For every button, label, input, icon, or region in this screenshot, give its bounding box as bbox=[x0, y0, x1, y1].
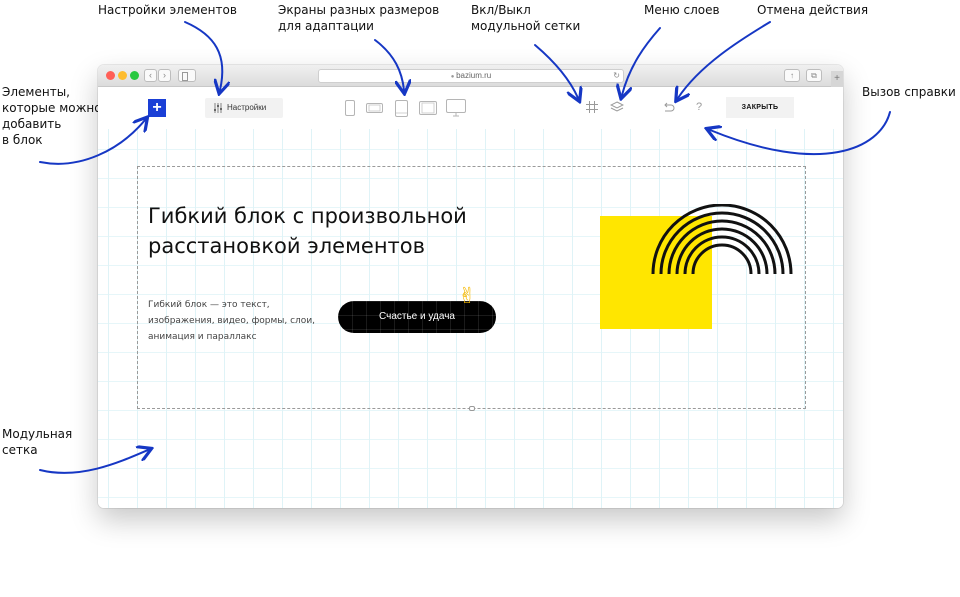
maximize-window-icon[interactable] bbox=[130, 71, 139, 80]
layers-icon[interactable] bbox=[609, 100, 625, 114]
block-description[interactable]: Гибкий блок — это текст, изображения, ви… bbox=[148, 297, 328, 345]
annotation-settings: Настройки элементов bbox=[98, 3, 237, 17]
phone-portrait-icon[interactable] bbox=[345, 100, 355, 116]
tablet-portrait-icon[interactable] bbox=[395, 100, 408, 117]
annotation-add-elements: Элементы, которые можно добавить в блок bbox=[2, 85, 102, 147]
grid-row-line bbox=[98, 439, 843, 440]
grid-column-line bbox=[833, 129, 834, 508]
rainbow-arcs-image[interactable] bbox=[650, 204, 795, 274]
grid-column-line bbox=[108, 129, 109, 508]
browser-window: ‹ › ● bazium.ru ↻ ↑ ⧉ + + Настройки ? ЗА… bbox=[98, 65, 843, 508]
undo-icon[interactable] bbox=[661, 100, 675, 114]
desktop-icon[interactable] bbox=[446, 99, 466, 117]
annotation-help: Вызов справки bbox=[862, 85, 956, 99]
tabs-icon[interactable]: ⧉ bbox=[806, 69, 822, 82]
annotation-screens: Экраны разных размеров для адаптации bbox=[278, 3, 440, 33]
tablet-landscape-icon[interactable] bbox=[419, 101, 437, 115]
flexible-block[interactable]: Гибкий блок с произвольной расстановкой … bbox=[137, 166, 806, 411]
annotation-layers-menu: Меню слоев bbox=[644, 3, 720, 17]
peace-hand-icon[interactable]: ✌ bbox=[458, 283, 476, 309]
sliders-icon bbox=[214, 103, 222, 113]
annotation-grid-toggle: Вкл/Выкл модульной сетки bbox=[471, 3, 581, 33]
grid-row-line bbox=[98, 497, 843, 498]
grid-row-line bbox=[98, 468, 843, 469]
block-headline[interactable]: Гибкий блок с произвольной расстановкой … bbox=[148, 201, 548, 261]
share-icon[interactable]: ↑ bbox=[784, 69, 800, 82]
grid-row-line bbox=[98, 149, 843, 150]
grid-toggle-icon[interactable] bbox=[585, 100, 599, 114]
back-icon[interactable]: ‹ bbox=[144, 69, 157, 82]
editor-canvas[interactable]: Гибкий блок с произвольной расстановкой … bbox=[98, 129, 843, 508]
editor-toolbar: + Настройки ? ЗАКРЫТЬ bbox=[98, 87, 843, 129]
help-icon[interactable]: ? bbox=[696, 100, 710, 114]
close-window-icon[interactable] bbox=[106, 71, 115, 80]
address-bar[interactable]: ● bazium.ru ↻ bbox=[318, 69, 624, 83]
sidebar-toggle-icon[interactable] bbox=[178, 69, 196, 82]
annotation-grid: Модульная сетка bbox=[2, 427, 73, 457]
resize-handle[interactable] bbox=[469, 406, 475, 411]
minimize-window-icon[interactable] bbox=[118, 71, 127, 80]
annotation-undo: Отмена действия bbox=[757, 3, 869, 17]
settings-button[interactable]: Настройки bbox=[205, 98, 283, 118]
browser-titlebar: ‹ › ● bazium.ru ↻ ↑ ⧉ + bbox=[98, 65, 843, 87]
reload-icon[interactable]: ↻ bbox=[613, 70, 620, 82]
phone-landscape-icon[interactable] bbox=[366, 103, 383, 113]
settings-label: Настройки bbox=[227, 103, 267, 112]
add-element-button[interactable]: + bbox=[148, 99, 166, 117]
close-button[interactable]: ЗАКРЫТЬ bbox=[726, 97, 794, 118]
forward-icon[interactable]: › bbox=[158, 69, 171, 82]
url-text: bazium.ru bbox=[456, 71, 492, 80]
new-tab-icon[interactable]: + bbox=[831, 71, 843, 87]
